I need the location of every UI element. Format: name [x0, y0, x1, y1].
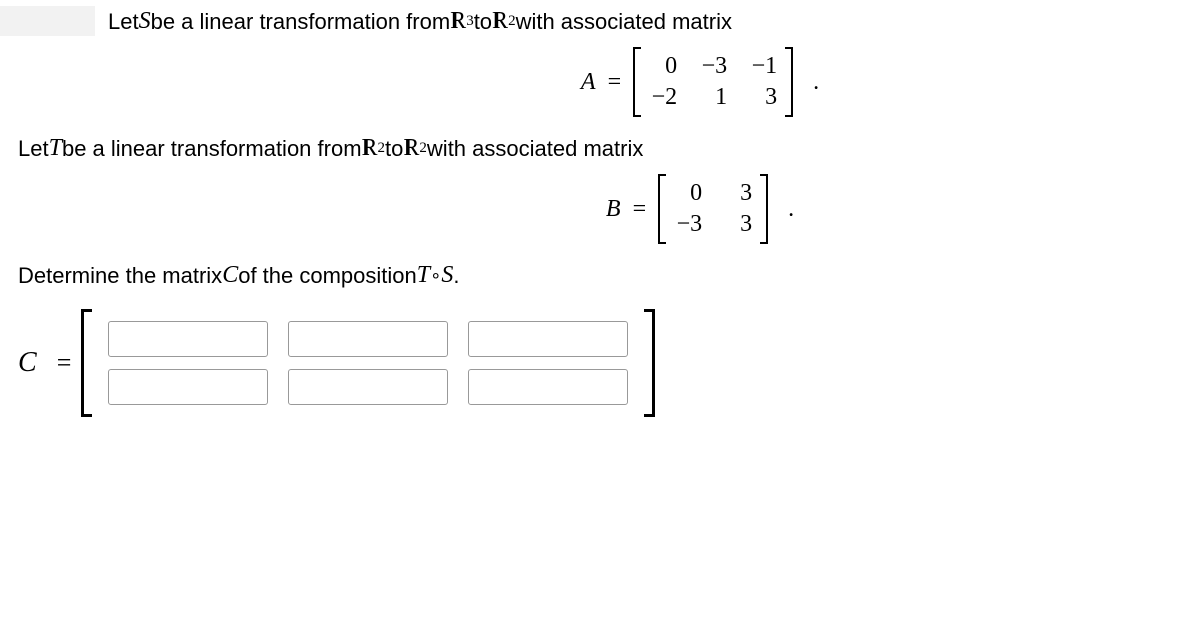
var-C: C: [222, 262, 238, 289]
matrix-A-cells: 0 −3 −1 −2 1 3: [641, 47, 785, 117]
real-R: R: [450, 8, 466, 35]
cell: 0: [674, 180, 702, 207]
var-T: T: [49, 135, 62, 162]
cell: −3: [699, 53, 727, 80]
answer-input-c13[interactable]: [468, 321, 628, 357]
var-S: S: [441, 262, 453, 289]
var-S: S: [139, 8, 151, 35]
answer-input-c12[interactable]: [288, 321, 448, 357]
period: .: [813, 69, 819, 96]
equals: =: [57, 348, 72, 378]
sup: 2: [378, 140, 386, 157]
answer-label-C: C: [18, 347, 37, 379]
text: to: [474, 9, 492, 35]
sup: 3: [466, 13, 474, 30]
text: be a linear transformation from: [62, 136, 362, 162]
text: with associated matrix: [516, 9, 732, 35]
matrix-B-label: B: [606, 196, 621, 223]
problem-line-1: Let S be a linear transformation from R3…: [108, 8, 1182, 35]
cell: −3: [674, 211, 702, 238]
text: Let: [18, 136, 49, 162]
answer-input-grid: [92, 309, 644, 417]
problem-line-2: Let T be a linear transformation from R2…: [18, 135, 1182, 162]
bracket-left: [633, 47, 641, 117]
cell: 3: [749, 84, 777, 111]
bracket-right: [785, 47, 793, 117]
text: with associated matrix: [427, 136, 643, 162]
highlight-marker: [0, 6, 95, 36]
answer-input-c21[interactable]: [108, 369, 268, 405]
cell: −1: [749, 53, 777, 80]
equals: =: [633, 196, 647, 223]
text: be a linear transformation from: [151, 9, 451, 35]
cell: 3: [724, 211, 752, 238]
bracket-right: [644, 309, 655, 417]
text: to: [385, 136, 403, 162]
matrix-A-label: A: [581, 69, 596, 96]
matrix-B-display: B = 0 3 −3 3 .: [18, 174, 1182, 244]
text: of the composition: [238, 263, 417, 289]
cell: 0: [649, 53, 677, 80]
equals: =: [608, 69, 622, 96]
matrix-B-cells: 0 3 −3 3: [666, 174, 760, 244]
real-R: R: [403, 135, 419, 162]
real-R: R: [362, 135, 378, 162]
answer-input-c23[interactable]: [468, 369, 628, 405]
cell: 1: [699, 84, 727, 111]
bracket-left: [658, 174, 666, 244]
bracket-right: [760, 174, 768, 244]
text: Determine the matrix: [18, 263, 222, 289]
compose-symbol: ∘: [430, 265, 441, 286]
text: .: [453, 263, 459, 289]
sup: 2: [419, 140, 427, 157]
text: Let: [108, 9, 139, 35]
period: .: [788, 196, 794, 223]
matrix-A-display: A = 0 −3 −1 −2 1 3 .: [18, 47, 1182, 117]
cell: −2: [649, 84, 677, 111]
answer-matrix-C: C =: [18, 309, 1182, 417]
var-T: T: [417, 262, 430, 289]
bracket-left: [81, 309, 92, 417]
cell: 3: [724, 180, 752, 207]
problem-line-3: Determine the matrix C of the compositio…: [18, 262, 1182, 289]
sup: 2: [508, 13, 516, 30]
real-R: R: [492, 8, 508, 35]
answer-input-c22[interactable]: [288, 369, 448, 405]
answer-input-c11[interactable]: [108, 321, 268, 357]
